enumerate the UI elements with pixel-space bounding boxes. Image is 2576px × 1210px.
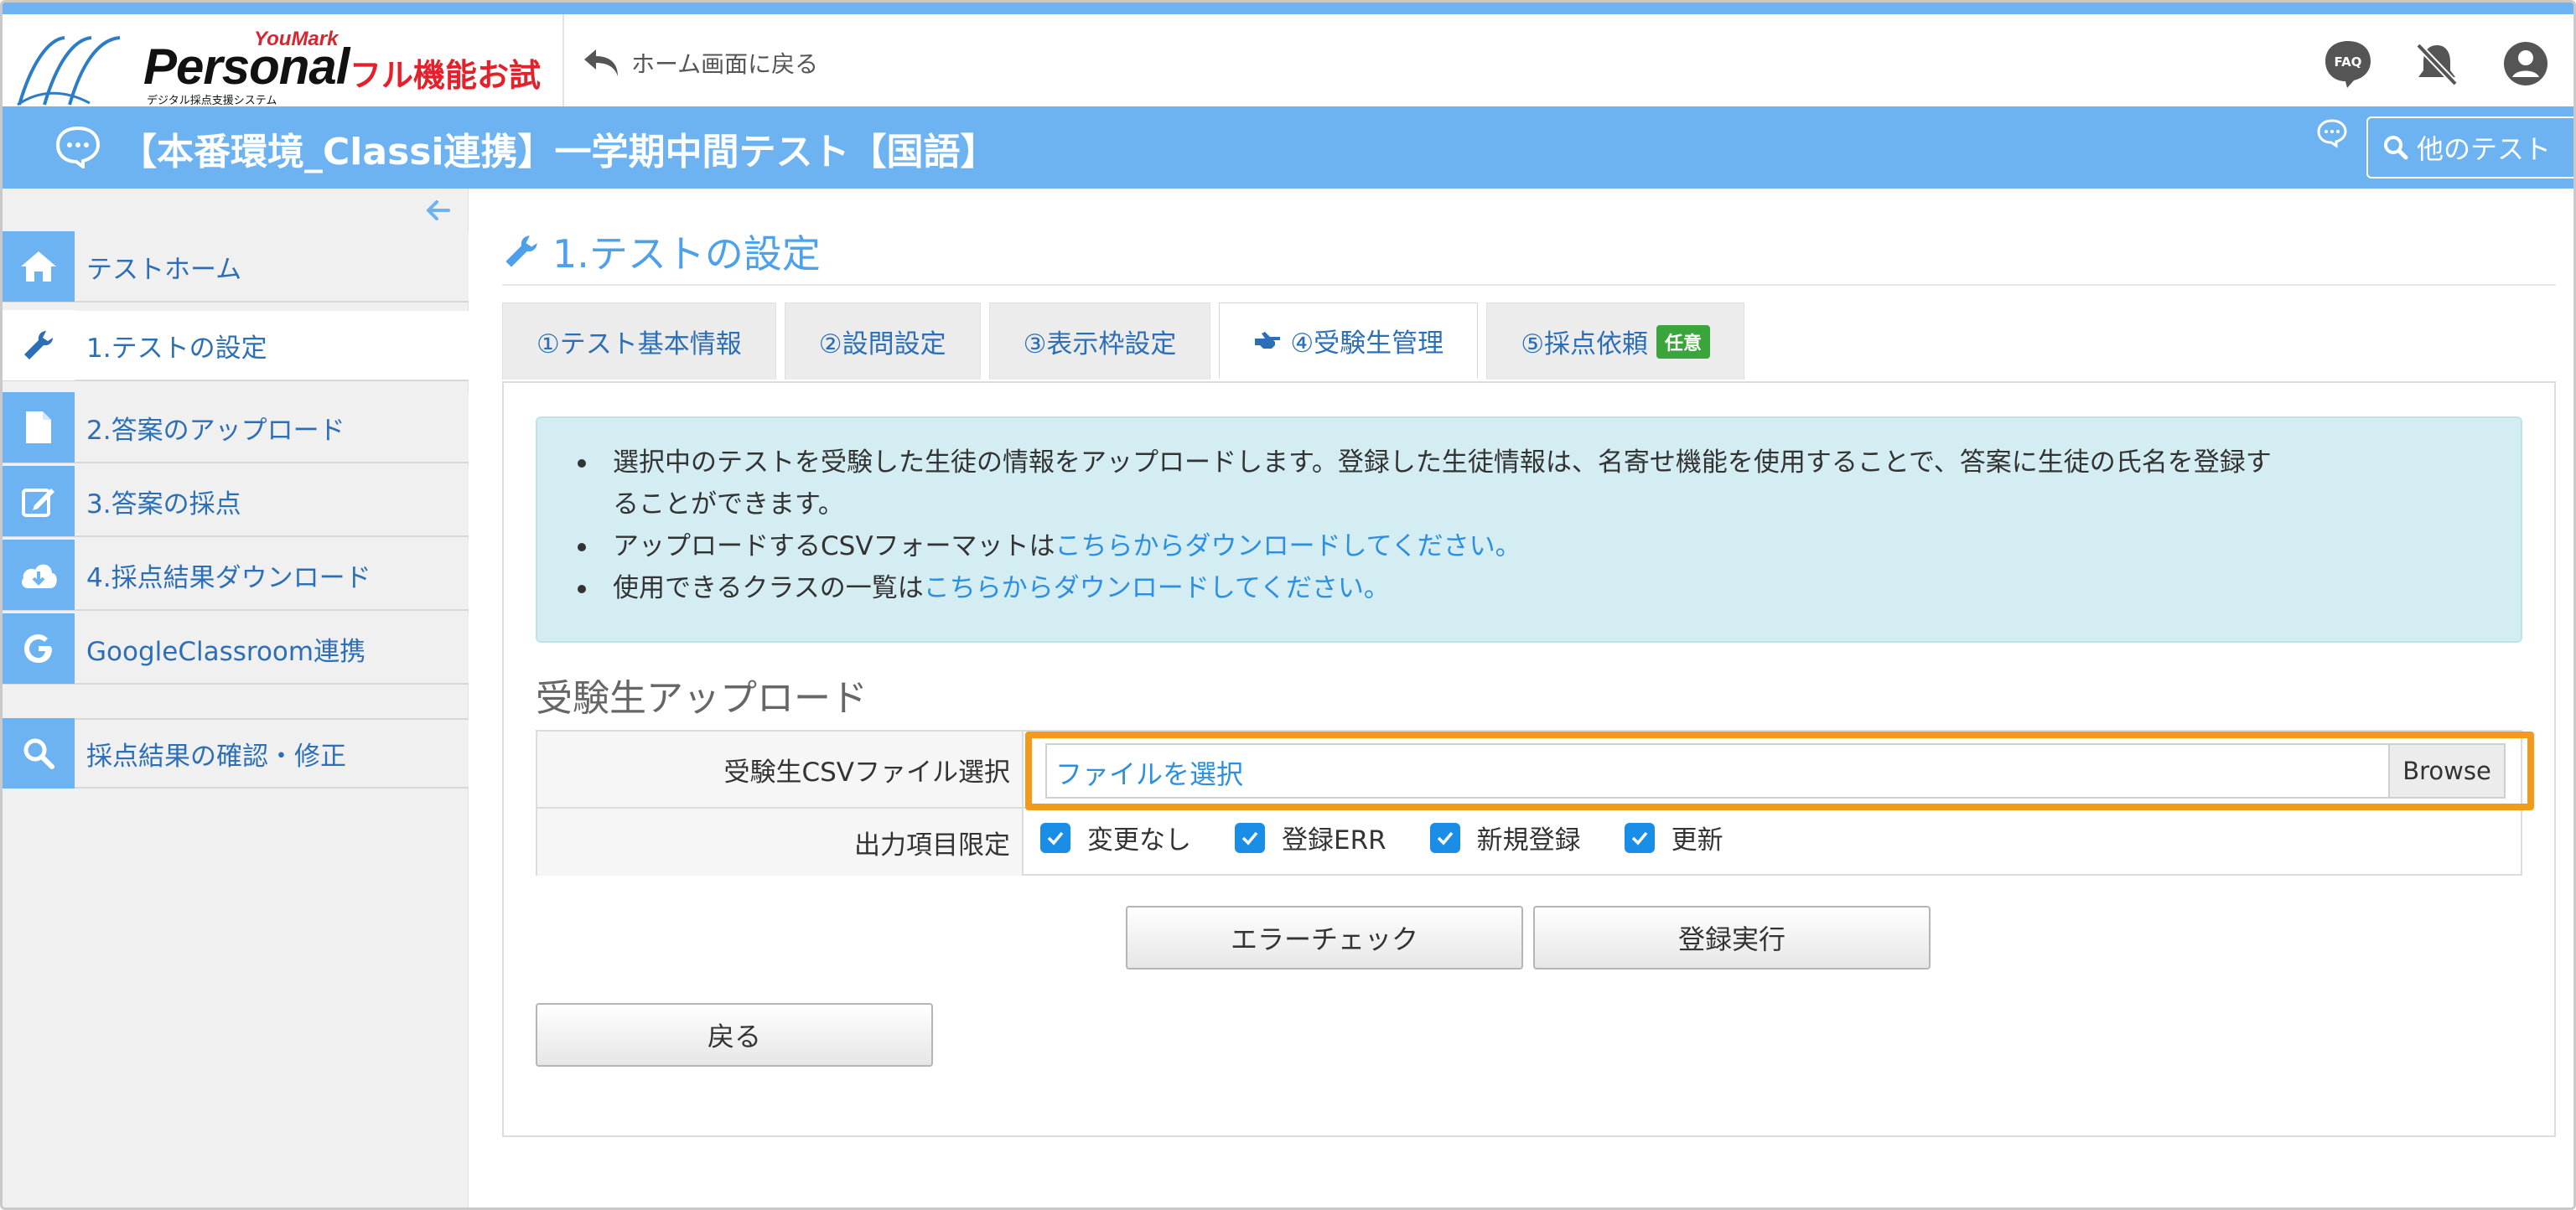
- cloud-download-icon: [3, 540, 75, 610]
- tab-label: ②設問設定: [818, 329, 946, 359]
- file-icon: [3, 392, 75, 463]
- error-check-button[interactable]: エラーチェック: [1126, 906, 1523, 970]
- info-item: 使用できるクラスの一覧はこちらからダウンロードしてください。: [578, 567, 2487, 609]
- sidebar-item-label: 1.テストの設定: [86, 333, 267, 364]
- optional-badge: 任意: [1656, 324, 1710, 359]
- sidebar-item-label: 採点結果の確認・修正: [86, 741, 346, 772]
- other-test-label: 他のテスト: [2417, 133, 2552, 165]
- logo-mark-icon: [17, 36, 121, 106]
- app-logo[interactable]: YouMark Personal デジタル採点支援システム フル機能お試し: [14, 26, 551, 140]
- csv-format-download-link[interactable]: こちらからダウンロードしてください。: [1055, 531, 1521, 561]
- svg-text:FAQ: FAQ: [2335, 54, 2362, 70]
- file-input-placeholder: ファイルを選択: [1055, 758, 1244, 790]
- sidebar-item-test-home[interactable]: テストホーム: [3, 231, 469, 302]
- tab-display-frame[interactable]: ③表示枠設定: [988, 302, 1211, 380]
- tab-label: ④受験生管理: [1290, 328, 1444, 359]
- sidebar: テストホーム 1.テストの設定 2.答案のアップロード 3.答案の採点 4.採点: [3, 189, 469, 1207]
- checkbox-label: 更新: [1671, 825, 1723, 856]
- google-icon: [3, 613, 75, 684]
- wrench-icon: [505, 235, 537, 267]
- filter-checkboxes: 変更なし 登録ERR 新規登録 更新: [1040, 819, 1723, 856]
- file-select-label: 受験生CSVファイル選択: [537, 732, 1024, 807]
- info-item: アップロードするCSVフォーマットはこちらからダウンロードしてください。: [578, 525, 2487, 567]
- info-text: ることができます。: [613, 489, 844, 520]
- top-header: YouMark Personal デジタル採点支援システム フル機能お試し ホー…: [3, 3, 2573, 140]
- sidebar-item-test-settings[interactable]: 1.テストの設定: [3, 310, 469, 381]
- sidebar-item-label: テストホーム: [86, 254, 242, 285]
- sidebar-item-label: 3.答案の採点: [86, 489, 241, 520]
- notification-off-icon[interactable]: [2411, 38, 2463, 90]
- tab-examinee-management[interactable]: ④受験生管理: [1219, 302, 1479, 380]
- checkbox-label: 登録ERR: [1282, 825, 1386, 856]
- tab-question-settings[interactable]: ②設問設定: [784, 302, 981, 380]
- edit-icon: [3, 466, 75, 536]
- home-icon: [3, 231, 75, 302]
- upload-form: 受験生CSVファイル選択 ファイルを選択 Browse 出力項目限定 変更なし: [536, 730, 2522, 876]
- user-account-icon[interactable]: [2500, 38, 2552, 90]
- settings-tabs: ①テスト基本情報 ②設問設定 ③表示枠設定 ④受験生管理 ⑤採点依頼 任意: [502, 302, 1744, 380]
- checkbox-checked-icon: [1040, 822, 1070, 853]
- checkbox-checked-icon: [1235, 822, 1265, 853]
- checkbox-label: 新規登録: [1476, 825, 1581, 856]
- comment-icon: [55, 126, 101, 168]
- info-box: 選択中のテストを受験した生徒の情報をアップロードします。登録した生徒情報は、名寄…: [536, 416, 2522, 643]
- class-list-download-link[interactable]: こちらからダウンロードしてください。: [924, 573, 1390, 603]
- test-title: 【本番環境_Classi連携】一学期中間テスト【国語】: [120, 131, 998, 173]
- checkbox-no-change[interactable]: 変更なし: [1040, 819, 1191, 856]
- filter-label: 出力項目限定: [537, 809, 1024, 876]
- search-icon: [2384, 136, 2408, 160]
- section-title: 受験生アップロード: [536, 677, 868, 720]
- tab-label: ③表示枠設定: [1023, 329, 1177, 359]
- checkbox-label: 変更なし: [1087, 825, 1191, 856]
- checkbox-register-error[interactable]: 登録ERR: [1235, 819, 1386, 856]
- title-divider: [502, 284, 2556, 286]
- browse-button[interactable]: Browse: [2388, 745, 2504, 797]
- csv-file-input[interactable]: ファイルを選択 Browse: [1045, 743, 2506, 799]
- checkbox-update[interactable]: 更新: [1624, 819, 1723, 856]
- sidebar-item-result-download[interactable]: 4.採点結果ダウンロード: [3, 540, 469, 611]
- form-row-filter: 出力項目限定 変更なし 登録ERR 新規登録 更新: [537, 809, 2521, 876]
- info-text: 選択中のテストを受験した生徒の情報をアップロードします。登録した生徒情報は、名寄…: [613, 447, 2272, 478]
- back-home-label: ホーム画面に戻る: [631, 50, 819, 78]
- pointing-hand-icon: [1255, 331, 1281, 349]
- brand-name: Personal: [143, 39, 350, 95]
- tab-label: ①テスト基本情報: [536, 329, 742, 359]
- checkbox-new-register[interactable]: 新規登録: [1429, 819, 1581, 856]
- info-item: 選択中のテストを受験した生徒の情報をアップロードします。登録した生徒情報は、名寄…: [578, 442, 2487, 525]
- checkbox-checked-icon: [1624, 822, 1655, 853]
- header-icons: FAQ: [2322, 38, 2552, 90]
- back-arrow-icon: [584, 49, 618, 76]
- sidebar-item-grading[interactable]: 3.答案の採点: [3, 466, 469, 537]
- form-row-file: 受験生CSVファイル選択 ファイルを選択 Browse: [537, 732, 2521, 809]
- collapse-sidebar-icon[interactable]: [422, 195, 455, 225]
- test-title-bar: 【本番環境_Classi連携】一学期中間テスト【国語】 他のテスト: [3, 106, 2573, 189]
- register-button[interactable]: 登録実行: [1533, 906, 1931, 970]
- checkbox-checked-icon: [1429, 822, 1460, 853]
- sidebar-item-google-classroom[interactable]: GoogleClassroom連携: [3, 613, 469, 685]
- search-icon: [3, 718, 75, 789]
- other-test-button[interactable]: 他のテスト: [2366, 116, 2573, 178]
- wrench-icon: [3, 310, 75, 380]
- info-text: 使用できるクラスの一覧は: [613, 573, 924, 603]
- sidebar-item-label: GoogleClassroom連携: [86, 636, 366, 667]
- brand-subtitle: デジタル採点支援システム: [147, 95, 277, 107]
- faq-icon[interactable]: FAQ: [2322, 38, 2374, 90]
- sidebar-item-label: 4.採点結果ダウンロード: [86, 562, 371, 593]
- sidebar-item-answer-upload[interactable]: 2.答案のアップロード: [3, 392, 469, 463]
- tab-basic-info[interactable]: ①テスト基本情報: [502, 302, 776, 380]
- sidebar-item-label: 2.答案のアップロード: [86, 415, 345, 446]
- header-divider: [562, 14, 564, 106]
- tab-label: ⑤採点依頼: [1521, 329, 1648, 359]
- tab-grading-request[interactable]: ⑤採点依頼 任意: [1486, 302, 1744, 380]
- tab-panel: 選択中のテストを受験した生徒の情報をアップロードします。登録した生徒情報は、名寄…: [502, 381, 2556, 1137]
- main-content: 1.テストの設定 ①テスト基本情報 ②設問設定 ③表示枠設定 ④受験生管理 ⑤採…: [502, 204, 2556, 1167]
- back-home-link[interactable]: ホーム画面に戻る: [581, 46, 818, 80]
- app-window: YouMark Personal デジタル採点支援システム フル機能お試し ホー…: [0, 0, 2576, 1210]
- page-title: 1.テストの設定: [502, 224, 821, 279]
- sidebar-item-result-review[interactable]: 採点結果の確認・修正: [3, 718, 469, 789]
- info-text: アップロードするCSVフォーマットは: [613, 531, 1055, 561]
- back-button[interactable]: 戻る: [536, 1003, 933, 1067]
- page-title-text: 1.テストの設定: [552, 231, 821, 277]
- small-comment-icon[interactable]: [2316, 118, 2348, 148]
